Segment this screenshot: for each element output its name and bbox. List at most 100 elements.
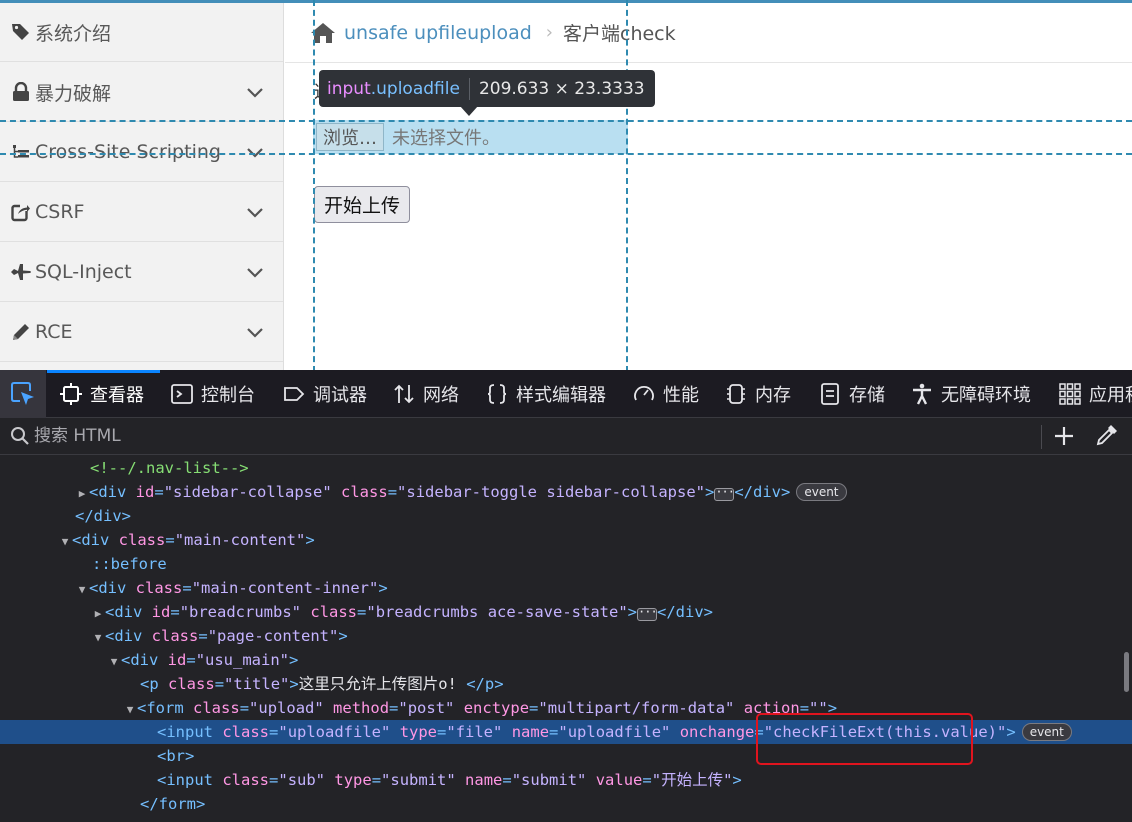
lock-icon [9,82,33,102]
devtools-toolbar: 查看器 控制台 调试器 网络 样式编辑器 性能 内存 存储 无障碍环境 应用 [0,370,1132,418]
sidebar: 系统介绍 暴力破解 Cross-Site Scripting CSRF SQL-… [0,3,284,370]
browser-window: 系统介绍 暴力破解 Cross-Site Scripting CSRF SQL-… [0,0,1132,822]
style-editor-icon [487,384,507,404]
console-icon [171,384,193,404]
tree-line[interactable]: ▼ <div class="main-content-inner"> [0,576,1132,600]
tab-label: 网络 [423,385,459,406]
tree-line[interactable]: <p class="title">这里只允许上传图片o! </p> [0,672,1132,696]
chevron-down-icon [247,208,263,218]
sidebar-item-brute-force[interactable]: 暴力破解 [0,63,283,122]
tab-memory[interactable]: 内存 [725,370,791,418]
memory-icon [727,384,745,404]
sidebar-item-label: CSRF [35,201,85,223]
accessibility-icon [913,383,931,405]
breadcrumb-separator-icon: › [545,22,553,43]
sidebar-item-sql-inject[interactable]: SQL-Inject [0,243,283,302]
sidebar-item-intro[interactable]: 系统介绍 [0,3,283,62]
inspector-guide-line [0,120,1132,122]
tab-style-editor[interactable]: 样式编辑器 [486,370,606,418]
tab-accessibility[interactable]: 无障碍环境 [911,370,1031,418]
breadcrumb: unsafe upfileupload › 客户端check [285,3,1132,63]
browse-button[interactable]: 浏览… [316,123,384,151]
tree-line[interactable]: </div> [0,504,1132,528]
inspector-guide-line [313,0,315,372]
network-icon [394,384,414,404]
event-badge[interactable]: event [1021,723,1072,741]
tree-line[interactable]: ▼ <div class="page-content"> [0,624,1132,648]
sidebar-item-label: 暴力破解 [35,82,112,105]
breadcrumb-link[interactable]: unsafe upfileupload [344,22,532,44]
tag-icon [9,22,33,42]
performance-icon [634,386,654,401]
application-icon [1059,383,1081,405]
tab-label: 控制台 [201,385,255,406]
search-html-input[interactable] [34,426,934,446]
tab-label: 存储 [849,385,885,406]
tab-application[interactable]: 应用程 [1059,370,1132,418]
markup-scrollbar[interactable] [1124,652,1129,692]
chevron-down-icon [247,268,263,278]
storage-icon [821,383,839,405]
html-search-bar [0,418,1132,455]
inspector-guide-line [0,153,1132,155]
annotation-highlight-box [756,713,973,765]
tab-label: 性能 [663,385,699,406]
tooltip-tag: input [327,78,371,99]
tree-line[interactable]: </form> [0,792,1132,816]
tab-inspector[interactable]: 查看器 [60,370,144,418]
pencil-icon [9,322,33,342]
element-picker-icon [11,382,34,405]
tab-label: 无障碍环境 [941,385,1031,406]
chevron-down-icon [247,148,263,158]
chevron-down-icon [247,88,263,98]
sidebar-item-label: SQL-Inject [35,261,132,283]
tab-label: 调试器 [313,385,367,406]
collapsed-content-icon[interactable]: ··· [714,486,735,501]
tree-line[interactable]: <!--/.nav-list--> [0,456,1132,480]
tree-icon [9,142,33,162]
element-picker-button[interactable] [0,370,46,418]
event-badge[interactable]: event [796,483,847,501]
sidebar-item-label: RCE [35,321,73,343]
tooltip-divider [468,77,470,100]
breadcrumb-current: 客户端check [563,23,676,45]
tab-debugger[interactable]: 调试器 [283,370,367,418]
tree-line[interactable]: ▼ <div id="usu_main"> [0,648,1132,672]
tab-console[interactable]: 控制台 [171,370,255,418]
tab-label: 查看器 [90,385,144,406]
tree-line[interactable]: ▶ <div id="sidebar-collapse" class="sideb… [0,480,1132,504]
eyedropper-icon[interactable] [1094,424,1118,448]
sidebar-item-label: Cross-Site Scripting [35,141,221,163]
sidebar-item-rce[interactable]: RCE [0,303,283,362]
plane-icon [9,262,33,282]
toolbar-divider [1041,425,1042,449]
tree-line[interactable]: ▼ <div class="main-content"> [0,528,1132,552]
debugger-icon [284,387,305,401]
tab-label: 样式编辑器 [516,385,606,406]
markup-tree: <!--/.nav-list--> ▶ <div id="sidebar-coll… [0,456,1132,822]
inspector-guide-line [626,0,628,372]
tree-line[interactable]: <input class="sub" type="submit" name="s… [0,768,1132,792]
search-icon [11,427,29,445]
tab-label: 应用程 [1089,385,1132,406]
sidebar-item-csrf[interactable]: CSRF [0,183,283,242]
share-icon [9,202,33,222]
inspector-icon [60,383,82,405]
no-file-label: 未选择文件。 [392,128,500,149]
tab-performance[interactable]: 性能 [633,370,699,418]
collapsed-content-icon[interactable]: ··· [637,606,658,621]
add-node-icon[interactable] [1052,424,1076,448]
web-page: 系统介绍 暴力破解 Cross-Site Scripting CSRF SQL-… [0,0,1132,372]
tab-network[interactable]: 网络 [393,370,459,418]
tab-storage[interactable]: 存储 [819,370,885,418]
tab-label: 内存 [755,385,791,406]
tree-line[interactable]: ::before [0,552,1132,576]
tooltip-dimensions: 209.633 × 23.3333 [478,78,645,99]
sidebar-item-label: 系统介绍 [35,22,112,45]
chevron-down-icon [247,328,263,338]
tree-line[interactable]: ▶ <div id="breadcrumbs" class="breadcrumb… [0,600,1132,624]
tooltip-arrow [460,106,478,116]
upload-submit-button[interactable]: 开始上传 [314,186,410,223]
tooltip-class: .uploadfile [370,78,460,99]
file-upload-input[interactable]: 浏览… 未选择文件。 [313,120,628,154]
